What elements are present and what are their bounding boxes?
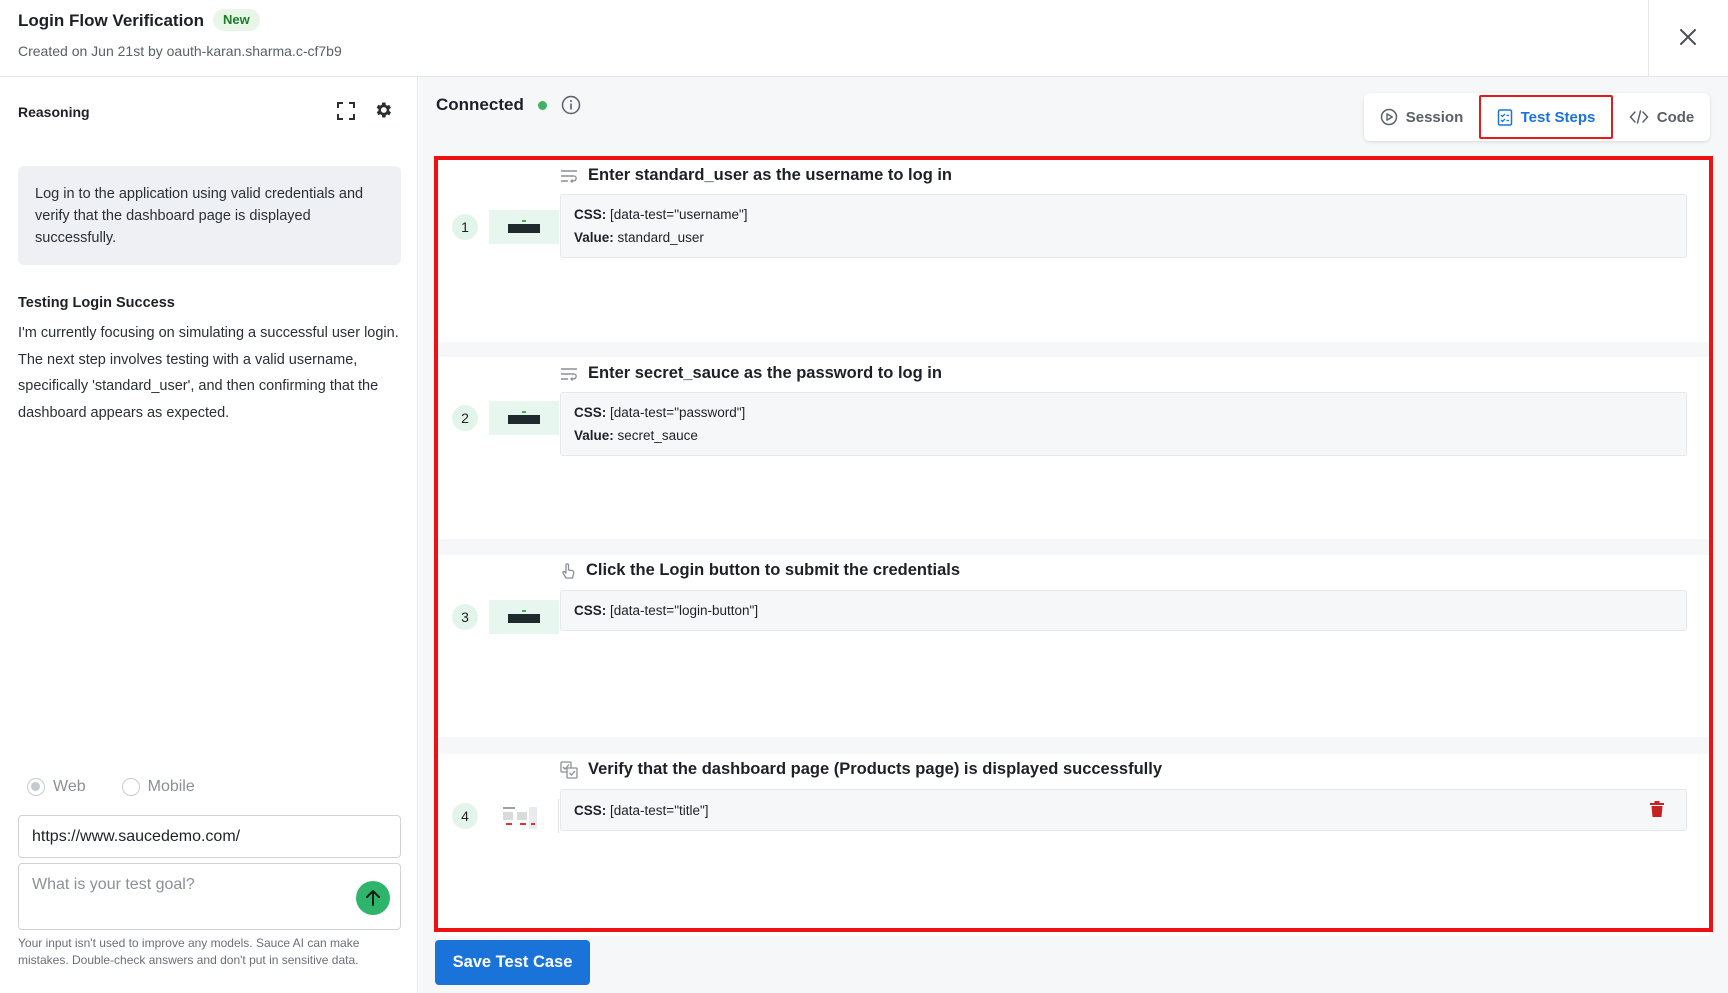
mobile-radio[interactable] bbox=[121, 778, 140, 796]
close-button[interactable] bbox=[1648, 0, 1728, 76]
dialog-header: Login Flow Verification New Created on J… bbox=[0, 0, 1728, 77]
tab-session-label: Session bbox=[1405, 108, 1464, 126]
tab-session[interactable]: Session bbox=[1364, 95, 1479, 139]
connection-status: Connected bbox=[436, 95, 581, 115]
checklist-icon bbox=[1497, 109, 1512, 126]
test-goal-input[interactable] bbox=[19, 864, 349, 928]
reasoning-title: Reasoning bbox=[18, 104, 90, 120]
info-icon[interactable] bbox=[561, 95, 581, 115]
save-test-case-button[interactable]: Save Test Case bbox=[435, 940, 590, 985]
send-button[interactable] bbox=[356, 881, 390, 915]
page-title: Login Flow Verification bbox=[18, 11, 205, 30]
reasoning-section-title: Testing Login Success bbox=[18, 295, 175, 311]
platform-radio-group: Web Mobile bbox=[27, 778, 231, 796]
arrow-up-icon bbox=[366, 890, 380, 906]
web-radio[interactable] bbox=[27, 778, 45, 796]
tab-code-label: Code bbox=[1656, 108, 1695, 126]
tab-test-steps[interactable]: Test Steps bbox=[1479, 95, 1613, 139]
play-circle-icon bbox=[1380, 108, 1397, 126]
code-icon bbox=[1629, 110, 1649, 124]
reasoning-section-body: I'm currently focusing on simulating a s… bbox=[18, 325, 399, 421]
disclaimer-text: Your input isn't used to improve any mod… bbox=[18, 936, 360, 967]
view-tabs: Session Test Steps Code bbox=[1364, 93, 1710, 141]
reasoning-panel: Reasoning Log in to the application usin… bbox=[0, 77, 418, 993]
tab-test-steps-label: Test Steps bbox=[1520, 108, 1596, 126]
test-steps-panel: Connected Session Test Steps Code 1 Ente… bbox=[419, 77, 1728, 993]
connected-dot-icon bbox=[537, 100, 547, 110]
web-radio-label: Web bbox=[53, 778, 86, 795]
expand-icon[interactable] bbox=[336, 101, 356, 121]
gear-icon[interactable] bbox=[373, 100, 393, 120]
connection-label: Connected bbox=[436, 95, 524, 114]
selection-highlight-box bbox=[434, 156, 1713, 932]
tab-code[interactable]: Code bbox=[1613, 95, 1710, 139]
test-goal-field bbox=[18, 863, 401, 930]
url-input[interactable] bbox=[18, 815, 401, 858]
mobile-radio-label: Mobile bbox=[147, 778, 195, 795]
created-info: Created on Jun 21st by oauth-karan.sharm… bbox=[18, 43, 342, 59]
close-icon bbox=[1680, 29, 1696, 45]
goal-message: Log in to the application using valid cr… bbox=[18, 166, 401, 265]
status-badge: New bbox=[213, 9, 260, 31]
